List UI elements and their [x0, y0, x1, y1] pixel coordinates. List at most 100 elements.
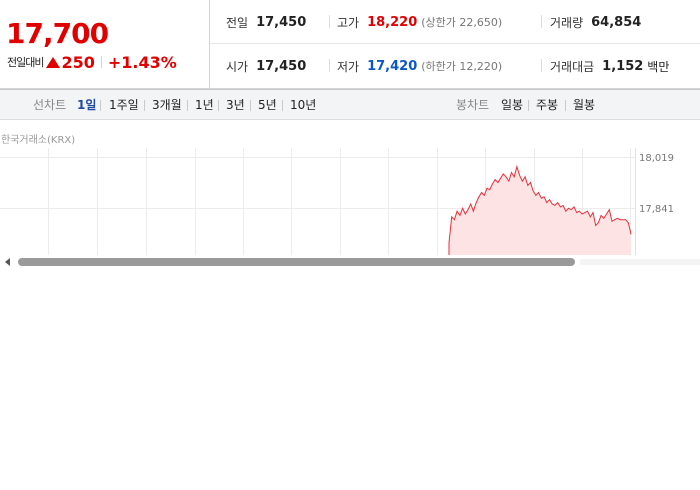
price-point	[557, 202, 559, 203]
price-point	[524, 176, 526, 178]
candle-tab-weekly[interactable]: 주봉	[536, 90, 558, 120]
quote-row: 시가 17,450 저가 17,420 (하한가 12,220) 거래대금 1,…	[210, 44, 700, 88]
price-point	[562, 205, 564, 206]
divider	[282, 100, 283, 111]
period-tab-1w[interactable]: 1주일	[109, 90, 139, 120]
price-point	[459, 215, 461, 216]
price-point	[494, 179, 496, 180]
prev-close-cell: 전일 17,450	[226, 0, 306, 44]
price-point	[541, 197, 542, 199]
price-point	[538, 192, 539, 193]
divider	[100, 56, 102, 68]
price-point	[462, 207, 463, 209]
price-point	[467, 209, 469, 211]
price-point	[521, 180, 523, 182]
change-rate: +1.43%	[107, 52, 177, 72]
price-point	[579, 210, 580, 212]
scroll-track	[580, 259, 700, 265]
volume-cell: 거래량 64,854	[550, 0, 641, 44]
period-tab-1d[interactable]: 1일	[77, 90, 96, 120]
open-cell: 시가 17,450	[226, 44, 306, 88]
trade-value-value: 1,152	[602, 58, 644, 74]
price-point	[595, 225, 597, 226]
price-point	[630, 233, 632, 235]
prev-close-value: 17,450	[256, 14, 307, 30]
scroll-left-arrow-icon[interactable]	[5, 258, 10, 266]
price-point	[497, 182, 499, 183]
price-point	[535, 195, 537, 196]
price-point	[603, 217, 605, 219]
price-point	[511, 172, 512, 173]
price-point	[478, 196, 480, 198]
volume-value: 64,854	[591, 14, 642, 30]
line-chart-label: 선차트	[33, 98, 67, 112]
price-point	[606, 213, 607, 215]
price-point	[622, 219, 624, 221]
intraday-chart[interactable]: 18,01917,84117,663	[0, 148, 700, 256]
divider	[144, 100, 145, 111]
divider	[100, 100, 101, 111]
price-point	[489, 189, 491, 191]
price-point	[543, 196, 545, 198]
period-tab-3m[interactable]: 3개월	[152, 90, 182, 120]
price-point	[448, 242, 450, 244]
price-point	[549, 199, 550, 201]
period-tab-1y[interactable]: 1년	[195, 90, 214, 120]
open-label: 시가	[226, 59, 249, 74]
price-point	[527, 185, 529, 186]
price-point	[505, 176, 507, 178]
price-point	[587, 210, 588, 212]
price-point	[584, 212, 586, 213]
period-tab-3y[interactable]: 3년	[226, 90, 245, 120]
stock-quote-panel: 17,700 전일대비 250 +1.43% 전일 17,450 고가 18,2…	[0, 0, 700, 89]
divider	[541, 59, 542, 72]
price-point	[532, 190, 534, 192]
price-point	[473, 210, 474, 212]
period-tab-5y[interactable]: 5년	[258, 90, 277, 120]
price-point	[565, 210, 567, 212]
price-point	[619, 219, 621, 221]
price-point	[573, 206, 575, 208]
up-triangle-icon	[46, 56, 61, 68]
change-amount: 250	[61, 52, 95, 72]
price-point	[500, 177, 501, 179]
price-point	[470, 203, 472, 205]
price-point	[508, 180, 510, 182]
divider	[528, 100, 529, 111]
candle-tab-daily[interactable]: 일봉	[501, 90, 523, 120]
divider	[250, 100, 251, 111]
price-point	[560, 206, 561, 208]
price-point	[530, 182, 531, 183]
trade-value-unit: 백만	[647, 59, 670, 74]
quote-details: 전일 17,450 고가 18,220 (상한가 22,650) 거래량 64,…	[210, 0, 700, 89]
price-point	[614, 219, 616, 221]
low-cell: 저가 17,420 (하한가 12,220)	[337, 44, 502, 88]
y-tick-label: 18,019	[639, 153, 674, 164]
price-point	[464, 213, 466, 215]
period-tab-10y[interactable]: 10년	[290, 90, 316, 120]
price-point	[608, 209, 610, 211]
price-point	[456, 210, 458, 212]
price-point	[454, 219, 455, 221]
divider	[329, 15, 330, 28]
divider	[329, 59, 330, 72]
price-point	[513, 176, 515, 178]
price-point	[581, 213, 583, 215]
volume-label: 거래량	[550, 15, 584, 30]
scroll-thumb[interactable]	[18, 258, 575, 266]
divider	[541, 15, 542, 28]
high-label: 고가	[337, 15, 360, 30]
price-change-row: 전일대비 250 +1.43%	[7, 52, 177, 72]
chart-svg: 18,01917,84117,663	[0, 148, 674, 256]
price-point	[546, 202, 548, 203]
divider	[565, 100, 566, 111]
trade-value-cell: 거래대금 1,152 백만	[550, 44, 669, 88]
candle-tab-monthly[interactable]: 월봉	[573, 90, 595, 120]
price-summary: 17,700 전일대비 250 +1.43%	[0, 0, 210, 89]
price-point	[481, 192, 482, 193]
price-point	[589, 216, 591, 218]
chart-scrollbar[interactable]	[0, 255, 700, 269]
current-price: 17,700	[6, 17, 109, 50]
y-tick-label: 17,841	[639, 204, 674, 215]
exchange-label: 한국거래소(KRX)	[1, 135, 76, 146]
